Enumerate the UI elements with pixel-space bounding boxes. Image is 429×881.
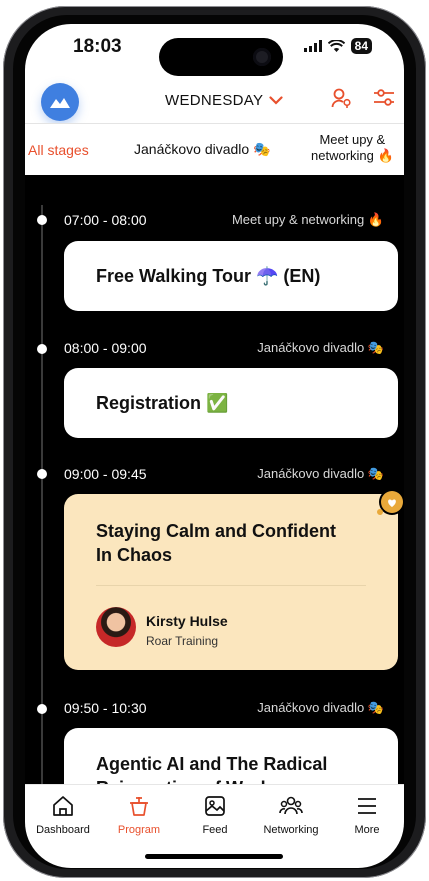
nav-networking[interactable]: Networking: [253, 794, 329, 836]
session-time: 09:00 - 09:45: [64, 466, 147, 482]
timeline-dot: [37, 215, 47, 225]
nav-label: Networking: [263, 824, 319, 836]
session-card[interactable]: Free Walking Tour ☂️ (EN): [64, 241, 398, 311]
menu-icon: [358, 798, 376, 814]
podium-icon: [130, 797, 148, 816]
bottom-nav: Dashboard Program Feed Networking More: [25, 784, 404, 868]
avatar: [96, 607, 136, 647]
home-icon: [53, 796, 73, 816]
day-label: WEDNESDAY: [165, 92, 264, 109]
favorite-heart-icon[interactable]: [381, 491, 403, 513]
app-logo[interactable]: [41, 83, 79, 121]
speaker-search-icon[interactable]: [331, 87, 353, 109]
session-title: Free Walking Tour ☂️ (EN): [96, 266, 321, 286]
people-icon: [279, 796, 303, 815]
chevron-down-icon: [269, 96, 283, 105]
session-stage: Janáčkovo divadlo 🎭: [257, 466, 384, 481]
timeline-dot: [37, 469, 47, 479]
session-time: 07:00 - 08:00: [64, 212, 147, 228]
session-stage: Meet upy & networking 🔥: [231, 212, 384, 227]
speaker-name: Kirsty Hulse: [146, 613, 228, 629]
app-screen: 18:03 84 WEDNESDAY All stages Janáčkovo …: [25, 24, 404, 868]
status-indicators: 84: [303, 38, 372, 54]
session-stage: Janáčkovo divadlo 🎭: [257, 700, 384, 715]
day-selector[interactable]: WEDNESDAY: [165, 92, 283, 109]
session-time: 09:50 - 10:30: [64, 700, 147, 716]
nav-dashboard[interactable]: Dashboard: [25, 794, 101, 836]
session-stage: Janáčkovo divadlo 🎭: [257, 340, 384, 355]
tab-label-line2: networking 🔥: [311, 148, 394, 163]
nav-more[interactable]: More: [329, 794, 404, 836]
stage-tabs: All stages Janáčkovo divadlo 🎭 Meet upy …: [25, 123, 404, 177]
session-title: Registration ✅: [96, 393, 229, 413]
program-timeline: 07:00 - 08:00 Meet upy & networking 🔥 Fr…: [25, 175, 404, 838]
favorite-dot-icon: [377, 509, 383, 515]
nav-program[interactable]: Program: [101, 794, 177, 836]
signal-icon: [303, 40, 322, 52]
camera-icon: [253, 48, 271, 66]
card-divider: [96, 585, 366, 586]
session-title-line1: Staying Calm and Confident: [96, 521, 337, 541]
nav-label: More: [354, 824, 380, 836]
image-icon: [205, 796, 225, 816]
nav-label: Feed: [202, 824, 228, 836]
home-indicator: [145, 854, 283, 859]
nav-label: Program: [117, 824, 161, 836]
tab-janackovo-divadlo[interactable]: Janáčkovo divadlo 🎭: [134, 141, 271, 158]
session-title-line2: In Chaos: [96, 545, 173, 565]
status-time: 18:03: [73, 36, 122, 57]
nav-feed[interactable]: Feed: [177, 794, 253, 836]
nav-label: Dashboard: [36, 824, 90, 836]
session-time: 08:00 - 09:00: [64, 340, 147, 356]
tab-meet-upy-networking[interactable]: Meet upy & networking 🔥: [311, 132, 394, 164]
session-card-featured[interactable]: Staying Calm and Confident In Chaos Kirs…: [64, 494, 398, 670]
speaker-org: Roar Training: [146, 634, 219, 648]
session-card[interactable]: Registration ✅: [64, 368, 398, 438]
dynamic-island: [159, 38, 283, 76]
wifi-icon: [327, 39, 345, 52]
battery-indicator: 84: [350, 38, 372, 54]
heart-icon: [388, 499, 396, 507]
tab-label-line1: Meet upy &: [319, 132, 386, 147]
timeline-dot: [37, 704, 47, 714]
timeline-dot: [37, 344, 47, 354]
timeline-line: [41, 205, 43, 805]
session-title-line1: Agentic AI and The Radical: [96, 754, 328, 774]
session-title: Staying Calm and Confident In Chaos: [96, 519, 336, 567]
logo-mark-icon: [50, 98, 70, 108]
tab-all-stages[interactable]: All stages: [28, 142, 89, 158]
filter-sliders-icon[interactable]: [373, 87, 395, 109]
